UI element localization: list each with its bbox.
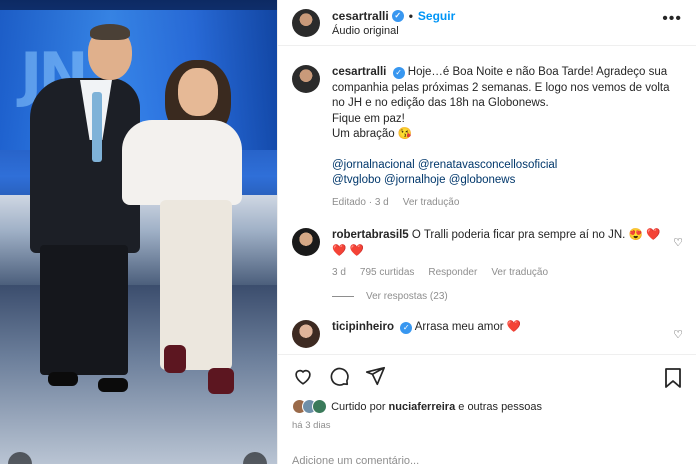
comment-likes[interactable]: 795 curtidas — [360, 265, 414, 281]
replies-line — [332, 295, 354, 297]
add-comment-field[interactable]: Adicione um comentário... — [292, 455, 419, 464]
comment-text: Arrasa meu amor — [414, 320, 504, 333]
verified-icon: ✓ — [400, 321, 413, 334]
man-shoe — [48, 372, 78, 386]
avatar[interactable] — [292, 228, 320, 256]
man-hair — [90, 24, 130, 40]
comment-emoji: 😍 ❤️ — [628, 229, 661, 241]
add-comment-placeholder: Adicione um comentário... — [292, 455, 420, 464]
avatar[interactable] — [292, 65, 320, 93]
comment-emoji: ❤️ ❤️ — [332, 244, 364, 257]
woman-figure — [122, 120, 242, 205]
comments-section[interactable]: cesartralli ✓ Hoje…é Boa Noite e não Boa… — [278, 47, 696, 353]
man-shoe — [98, 378, 128, 392]
man-tie — [92, 92, 102, 162]
comment-username[interactable]: ticipinheiro — [332, 321, 394, 333]
verified-icon: ✓ — [391, 9, 404, 22]
avatar — [312, 399, 327, 414]
avatar[interactable] — [292, 8, 320, 37]
avatar[interactable] — [292, 319, 320, 348]
reply-button[interactable]: Responder — [428, 265, 477, 281]
separator-dot: • — [408, 8, 413, 23]
follow-button[interactable]: Seguir — [418, 9, 455, 23]
view-replies-button[interactable]: Ver respostas (23) — [332, 291, 683, 302]
verified-icon: ✓ — [392, 67, 405, 79]
comment-username[interactable]: robertabrasil5 — [332, 229, 409, 241]
liked-by-user[interactable]: nuciaferreira — [389, 401, 456, 413]
share-icon[interactable] — [364, 365, 386, 387]
more-options-icon[interactable]: ••• — [662, 10, 682, 28]
comment-time: 3 d — [332, 267, 346, 278]
liked-by[interactable]: Curtido por nuciaferreira e outras pesso… — [292, 399, 683, 414]
header-username[interactable]: cesartralli — [332, 9, 389, 23]
like-comment-icon[interactable]: ♡ — [673, 236, 683, 249]
caption-username[interactable]: cesartralli — [332, 66, 386, 78]
like-comment-icon[interactable]: ♡ — [673, 328, 683, 341]
post-header: cesartralli ✓ • Seguir Áudio original ••… — [278, 0, 696, 46]
caption: cesartralli ✓ Hoje…é Boa Noite e não Boa… — [292, 65, 683, 210]
woman-head — [178, 68, 218, 116]
bookmark-icon[interactable] — [663, 367, 683, 389]
liked-by-prefix: Curtido por — [331, 400, 386, 413]
audio-link[interactable]: Áudio original — [332, 25, 455, 37]
caption-mentions[interactable]: @jornalnacional @renatavasconcellosofici… — [332, 158, 672, 174]
comment-icon[interactable] — [328, 365, 350, 387]
action-bar: Curtido por nuciaferreira e outras pesso… — [278, 354, 696, 464]
edited-label: Editado — [332, 196, 366, 208]
heart-icon[interactable] — [292, 365, 314, 387]
comment-text: O Tralli poderia ficar pra sempre aí no … — [411, 229, 626, 241]
view-replies-label: Ver respostas (23) — [366, 290, 448, 302]
see-translation-link[interactable]: Ver tradução — [403, 195, 460, 211]
comment: robertabrasil5 O Tralli poderia ficar pr… — [292, 228, 683, 281]
caption-mentions[interactable]: @tvglobo @jornalhoje @globonews — [332, 173, 672, 189]
woman-shoe — [208, 368, 234, 394]
comment-emoji: ❤️ — [506, 320, 522, 333]
liked-by-suffix: e outras pessoas — [458, 400, 543, 413]
post-age: há 3 dias — [292, 420, 331, 431]
post-photo[interactable]: JN — [0, 0, 277, 464]
caption-time: 3 d — [374, 196, 389, 208]
see-translation-link[interactable]: Ver tradução — [491, 265, 548, 281]
comment: ticipinheiro ✓ Arrasa meu amor ❤️ ♡ — [292, 319, 683, 348]
kiss-emoji: 😘 — [397, 128, 413, 140]
woman-shoe — [164, 345, 186, 373]
caption-line: Fique em paz! — [332, 112, 405, 125]
liker-avatars — [292, 399, 327, 414]
post-sidebar: cesartralli ✓ • Seguir Áudio original ••… — [277, 0, 696, 464]
man-legs — [40, 245, 128, 375]
caption-line: Um abração — [332, 128, 395, 140]
